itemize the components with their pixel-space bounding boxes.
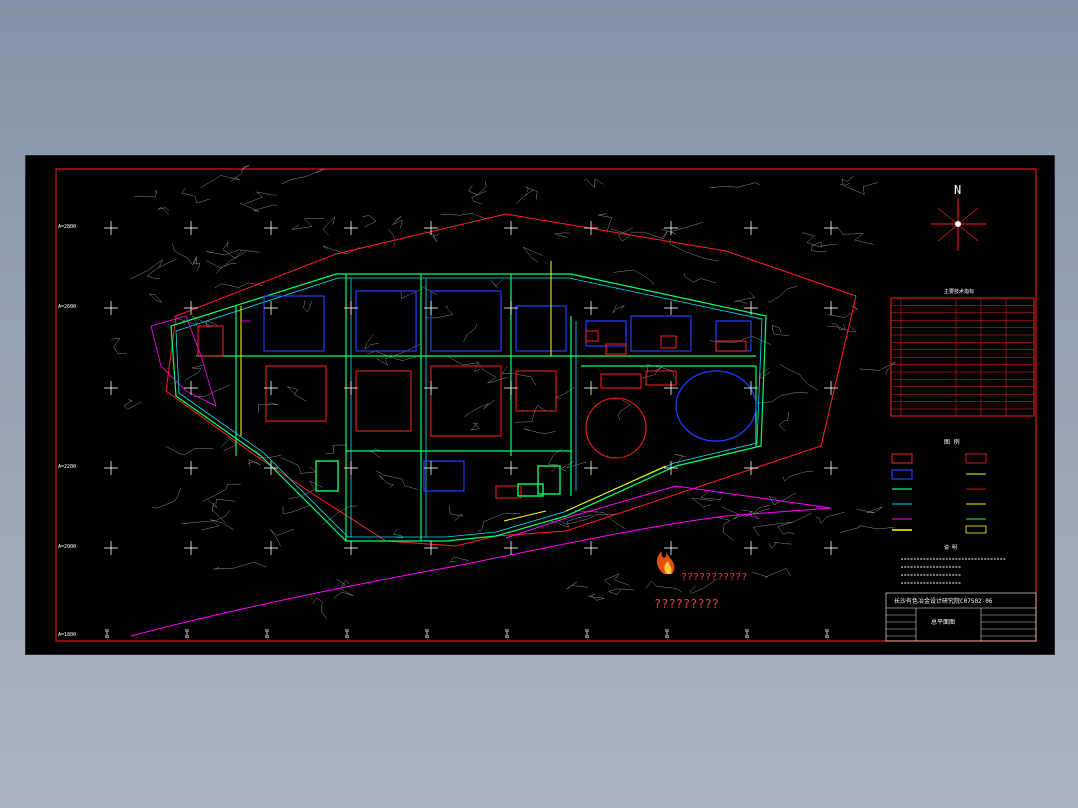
legend: 图 例 bbox=[891, 438, 987, 534]
svg-text:B=0: B=0 bbox=[345, 629, 351, 638]
svg-text:B=0: B=0 bbox=[265, 629, 271, 638]
svg-text:A=2200: A=2200 bbox=[58, 464, 76, 470]
svg-text:图 例: 图 例 bbox=[944, 438, 960, 446]
svg-text:B=0: B=0 bbox=[105, 629, 111, 638]
terrain-contours bbox=[111, 165, 896, 620]
title-block-name: 总平面图 bbox=[931, 618, 955, 626]
north-arrow: N bbox=[931, 183, 986, 251]
title-block: 长沙有色冶金设计研究院C07502-06 总平面图 bbox=[885, 592, 1037, 642]
cad-drawing-viewport[interactable]: A=2800 A=2600 A=2200 A=2000 A=1800 B=0 B=… bbox=[25, 155, 1055, 655]
coordinate-labels: A=2800 A=2600 A=2200 A=2000 A=1800 bbox=[58, 224, 76, 638]
legend-swatch-red-building bbox=[891, 453, 913, 464]
design-notes: 说 明 bbox=[901, 544, 1006, 584]
yellow-lines bbox=[240, 261, 667, 522]
svg-text:A=1800: A=1800 bbox=[58, 632, 76, 638]
site-plan-drawing: A=2800 A=2600 A=2200 A=2000 A=1800 B=0 B=… bbox=[55, 165, 1037, 642]
road-network bbox=[170, 273, 767, 542]
svg-text:A=2000: A=2000 bbox=[58, 544, 76, 550]
drawing-border bbox=[55, 168, 1037, 642]
svg-text:B=0: B=0 bbox=[505, 629, 511, 638]
svg-text:B=0: B=0 bbox=[825, 629, 831, 638]
svg-text:A=2800: A=2800 bbox=[58, 224, 76, 230]
legend-swatch-blue-building bbox=[891, 469, 913, 480]
bottom-coordinate-labels: B=0 B=0 B=0 B=0 B=0 B=0 B=0 B=0 B=0 B=0 bbox=[105, 629, 831, 638]
svg-text:A=2600: A=2600 bbox=[58, 304, 76, 310]
svg-text:B=0: B=0 bbox=[425, 629, 431, 638]
watermark-line2: ????????? bbox=[654, 597, 719, 611]
watermark-line1: ??????????? bbox=[681, 572, 747, 583]
svg-text:B=0: B=0 bbox=[665, 629, 671, 638]
svg-text:B=0: B=0 bbox=[745, 629, 751, 638]
watermark: ??????????? ????????? bbox=[654, 551, 747, 611]
svg-text:B=0: B=0 bbox=[185, 629, 191, 638]
tech-indicator-table: 主要技术指标 bbox=[890, 288, 1035, 417]
svg-text:说 明: 说 明 bbox=[944, 544, 957, 551]
north-label: N bbox=[954, 183, 961, 197]
svg-text:B=0: B=0 bbox=[585, 629, 591, 638]
svg-text:主要技术指标: 主要技术指标 bbox=[944, 288, 974, 295]
title-block-heading: 长沙有色冶金设计研究院C07502-06 bbox=[894, 597, 993, 605]
grid-crosses bbox=[104, 221, 838, 555]
